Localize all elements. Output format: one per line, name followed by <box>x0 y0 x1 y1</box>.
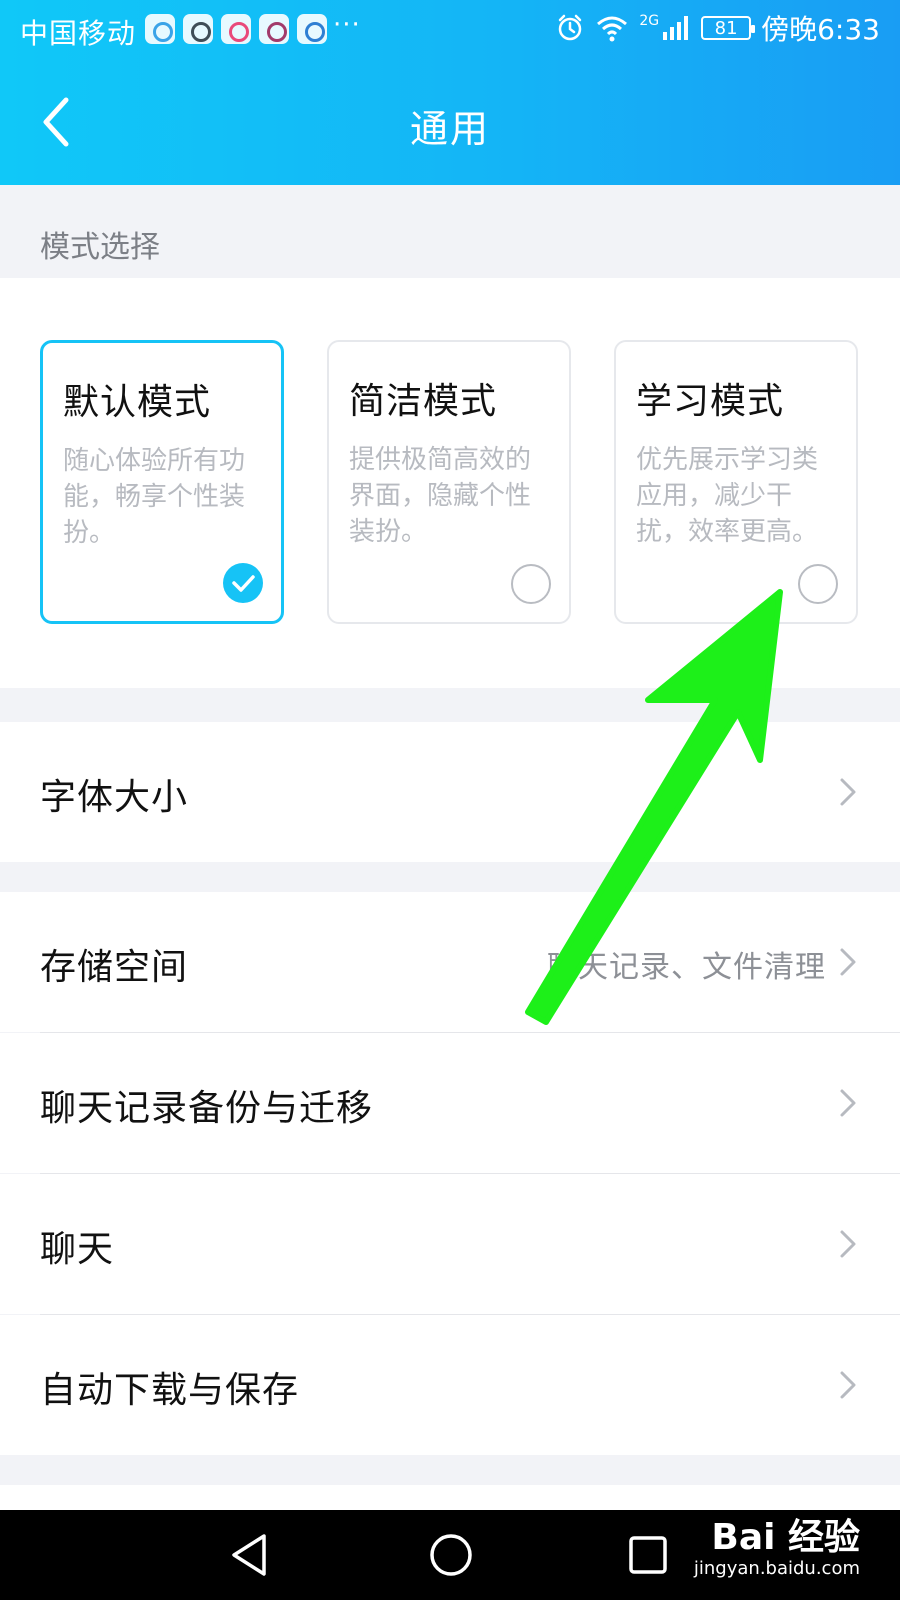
row-label: 存储空间 <box>40 947 189 988</box>
app-notification-icon <box>297 14 327 44</box>
network-type-label: 2G <box>639 13 660 29</box>
status-bar: 中国移动 ··· 2G 81 傍晚6:33 <box>0 0 900 60</box>
settings-row-partial <box>0 1485 900 1510</box>
mode-card-simple[interactable]: 简洁模式 提供极简高效的界面，隐藏个性装扮。 <box>327 340 571 624</box>
mode-title: 学习模式 <box>636 381 785 422</box>
checkmark-icon <box>232 575 255 592</box>
status-time: 傍晚6:33 <box>761 13 880 46</box>
mode-selection-panel: 默认模式 随心体验所有功能，畅享个性装扮。 简洁模式 提供极简高效的界面，隐藏个… <box>0 278 900 688</box>
app-notification-icon <box>221 14 251 44</box>
mode-description: 提供极简高效的界面，隐藏个性装扮。 <box>349 445 532 547</box>
nav-home-icon[interactable] <box>428 1532 474 1578</box>
mode-description: 随心体验所有功能，畅享个性装扮。 <box>63 446 246 548</box>
more-notifications-icon: ··· <box>333 10 361 40</box>
notification-icons <box>145 14 327 44</box>
battery-icon: 81 <box>701 16 756 40</box>
chevron-right-icon <box>840 948 856 976</box>
chevron-right-icon <box>840 1230 856 1258</box>
status-indicators: 2G 81 傍晚6:33 <box>555 8 880 48</box>
section-header-mode: 模式选择 <box>40 230 160 265</box>
app-notification-icon <box>259 14 289 44</box>
header-bar: 中国移动 ··· 2G 81 傍晚6:33 通用 <box>0 0 900 185</box>
app-notification-icon <box>145 14 175 44</box>
settings-row-storage[interactable]: 存储空间 聊天记录、文件清理 <box>0 892 900 1032</box>
row-value: 聊天记录、文件清理 <box>547 950 826 985</box>
radio-checked-icon[interactable] <box>223 563 263 603</box>
carrier-name: 中国移动 <box>20 17 137 50</box>
battery-level: 81 <box>714 17 738 39</box>
settings-row-auto-download[interactable]: 自动下载与保存 <box>0 1315 900 1455</box>
alarm-icon <box>559 14 582 41</box>
row-label: 字体大小 <box>40 777 189 818</box>
watermark-url: jingyan.baidu.com <box>693 1558 860 1579</box>
chevron-right-icon <box>840 1371 856 1399</box>
mode-title: 默认模式 <box>63 382 212 423</box>
row-label: 自动下载与保存 <box>40 1370 300 1411</box>
row-label: 聊天记录备份与迁移 <box>40 1088 374 1129</box>
chevron-right-icon <box>840 1089 856 1117</box>
radio-unchecked-icon[interactable] <box>798 564 838 604</box>
app-notification-icon <box>183 14 213 44</box>
settings-row-chat-backup[interactable]: 聊天记录备份与迁移 <box>0 1033 900 1173</box>
page-title: 通用 <box>409 107 490 151</box>
radio-unchecked-icon[interactable] <box>511 564 551 604</box>
wifi-icon <box>597 16 628 42</box>
settings-row-font-size[interactable]: 字体大小 <box>0 722 900 862</box>
row-label: 聊天 <box>40 1229 115 1270</box>
chevron-right-icon <box>840 778 856 806</box>
watermark-logo: Bai 经验 <box>711 1517 860 1558</box>
mode-card-study[interactable]: 学习模式 优先展示学习类应用，减少干扰，效率更高。 <box>614 340 858 624</box>
mode-title: 简洁模式 <box>349 381 498 422</box>
signal-icon <box>663 16 689 40</box>
nav-back-icon[interactable] <box>228 1532 272 1578</box>
mode-card-default[interactable]: 默认模式 随心体验所有功能，畅享个性装扮。 <box>40 340 284 624</box>
settings-row-chat[interactable]: 聊天 <box>0 1174 900 1314</box>
mode-description: 优先展示学习类应用，减少干扰，效率更高。 <box>636 445 819 547</box>
nav-recents-icon[interactable] <box>628 1532 668 1578</box>
